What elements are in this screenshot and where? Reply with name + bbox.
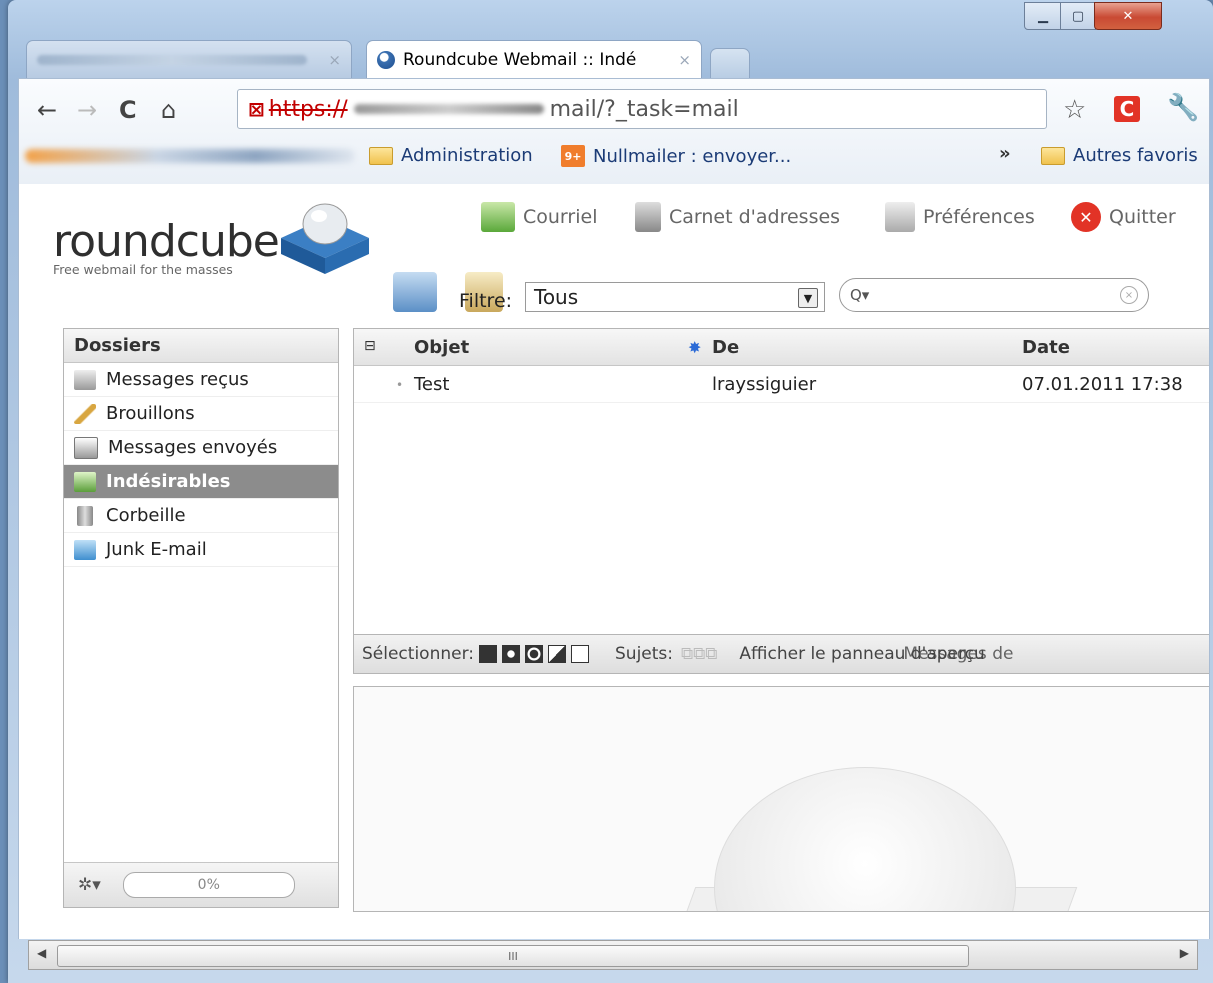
roundcube-logo-icon — [281, 203, 369, 274]
webmail-page: roundcube Free webmail for the masses Co… — [18, 184, 1210, 939]
select-label: Sélectionner: — [362, 644, 474, 664]
bookmarks-overflow[interactable]: » — [999, 143, 1011, 164]
mail-icon — [481, 202, 515, 232]
dropdown-arrow-icon: ▼ — [798, 288, 818, 308]
search-icon[interactable]: Q▾ — [850, 286, 869, 304]
blurred-bookmarks — [25, 149, 355, 163]
message-date: 07.01.2011 17:38 — [1022, 374, 1183, 395]
maximize-button[interactable]: ▢ — [1060, 2, 1096, 30]
roundcube-logo: roundcube — [53, 216, 280, 267]
logout-icon: ✕ — [1071, 202, 1101, 232]
scroll-right-icon[interactable]: ▶ — [1180, 946, 1189, 960]
browser-toolbar: ← → C ⌂ ⊠ https:// mail/?_task=mail ☆ C … — [18, 78, 1210, 185]
message-list-header: ⊟ Objet ✸ De Date — [354, 329, 1209, 366]
thread-icons[interactable]: ⧉⧉⧉ — [681, 644, 717, 664]
folders-footer: ✲▾ 0% — [64, 862, 338, 907]
close-window-button[interactable]: ✕ — [1094, 2, 1162, 30]
trash-icon — [77, 505, 93, 526]
message-list-footer: Sélectionner: Sujets: ⧉⧉⧉ Afficher le pa… — [353, 634, 1209, 674]
bookmark-other[interactable]: Autres favoris — [1041, 145, 1198, 166]
preview-pane — [353, 686, 1209, 912]
search-box[interactable]: Q▾ × — [839, 278, 1149, 312]
threads-label: Sujets: — [615, 644, 673, 664]
extension-c-icon[interactable]: C — [1114, 96, 1140, 122]
select-none-icon[interactable] — [571, 645, 589, 663]
folder-inbox[interactable]: Messages reçus — [64, 363, 338, 397]
tab-title: Roundcube Webmail :: Indé — [403, 49, 637, 70]
message-count-overlap: Messages de — [903, 644, 1014, 664]
horizontal-scrollbar[interactable]: ◀ III ▶ — [28, 940, 1198, 970]
refresh-mail-icon[interactable] — [393, 272, 437, 312]
tab-active[interactable]: Roundcube Webmail :: Indé × — [366, 40, 702, 78]
logo-tagline: Free webmail for the masses — [53, 262, 233, 277]
quota-bar: 0% — [122, 872, 295, 898]
filter-select[interactable]: Tous ▼ — [525, 282, 825, 312]
message-subject: Test — [414, 374, 450, 395]
bookmark-star-icon[interactable]: ☆ — [1063, 95, 1086, 125]
folder-drafts[interactable]: Brouillons — [64, 397, 338, 431]
select-all-icon[interactable] — [479, 645, 497, 663]
address-path: mail/?_task=mail — [549, 96, 739, 122]
folder-junk[interactable]: Indésirables — [64, 465, 338, 499]
scrollbar-thumb[interactable]: III — [57, 945, 969, 967]
folder-icon — [369, 146, 393, 165]
list-options-icon[interactable]: ⊟ — [364, 338, 376, 354]
scroll-left-icon[interactable]: ◀ — [37, 946, 46, 960]
column-date[interactable]: Date — [1022, 337, 1070, 358]
junk-icon — [74, 471, 96, 492]
bookmark-nullmailer[interactable]: 9+ Nullmailer : envoyer... — [561, 145, 791, 167]
nav-address-book[interactable]: Carnet d'adresses — [635, 202, 840, 232]
nav-preferences[interactable]: Préférences — [885, 202, 1035, 232]
gear-icon[interactable]: ✲▾ — [78, 875, 101, 895]
select-unread-icon[interactable] — [525, 645, 543, 663]
folder-icon — [74, 539, 96, 560]
sent-icon — [74, 436, 98, 459]
folder-sent[interactable]: Messages envoyés — [64, 431, 338, 465]
nav-logout[interactable]: ✕ Quitter — [1071, 202, 1176, 232]
nav-mail[interactable]: Courriel — [481, 202, 597, 232]
message-from: lrayssiguier — [712, 374, 817, 395]
clear-search-icon[interactable]: × — [1120, 286, 1138, 304]
home-icon[interactable]: ⌂ — [161, 96, 176, 124]
roundcube-watermark — [714, 767, 1016, 911]
address-book-icon — [635, 202, 661, 232]
tab-close-icon[interactable]: × — [678, 51, 691, 69]
bookmark-administration[interactable]: Administration — [369, 145, 533, 166]
preview-pane-toggle[interactable]: Afficher le panneau d'aperçu Messages de — [739, 644, 1013, 664]
minimize-button[interactable]: ▁ — [1024, 2, 1062, 30]
address-bar[interactable]: ⊠ https:// mail/?_task=mail — [237, 89, 1047, 129]
address-scheme: https:// — [268, 96, 348, 122]
inbox-icon — [74, 369, 96, 390]
table-row[interactable]: • Test lrayssiguier 07.01.2011 17:38 — [354, 366, 1209, 403]
browser-window: ▁ ▢ ✕ × Roundcube Webmail :: Indé × ← → … — [8, 0, 1213, 983]
back-arrow-icon[interactable]: ← — [37, 96, 57, 124]
folder-junk-email[interactable]: Junk E-mail — [64, 533, 338, 567]
sort-icon: ✸ — [688, 338, 702, 357]
reload-icon[interactable]: C — [119, 96, 137, 124]
wrench-menu-icon[interactable]: 🔧 — [1167, 93, 1199, 123]
folder-trash[interactable]: Corbeille — [64, 499, 338, 533]
select-page-icon[interactable] — [502, 645, 520, 663]
blurred-host — [353, 104, 544, 114]
folders-header: Dossiers — [64, 329, 338, 363]
forward-arrow-icon[interactable]: → — [77, 96, 97, 124]
blurred-tab-title — [37, 54, 307, 65]
preferences-icon — [885, 202, 915, 232]
select-invert-icon[interactable] — [548, 645, 566, 663]
message-list: ⊟ Objet ✸ De Date • Test lrayssiguier 07… — [353, 328, 1209, 672]
tab-background[interactable]: × — [26, 40, 352, 78]
status-dot-icon: • — [396, 378, 404, 392]
filter-label: Filtre: — [459, 290, 513, 312]
broken-ssl-icon: ⊠ — [248, 97, 265, 121]
roundcube-favicon-icon — [377, 50, 395, 69]
folder-icon — [1041, 146, 1065, 165]
nullmailer-icon: 9+ — [561, 145, 585, 167]
column-from[interactable]: De — [712, 337, 739, 358]
column-subject[interactable]: Objet — [414, 337, 469, 358]
pencil-icon — [74, 403, 96, 424]
folder-panel: Dossiers Messages reçus Brouillons Messa… — [63, 328, 339, 908]
new-tab-button[interactable] — [710, 48, 750, 78]
tab-close-icon[interactable]: × — [328, 51, 341, 69]
